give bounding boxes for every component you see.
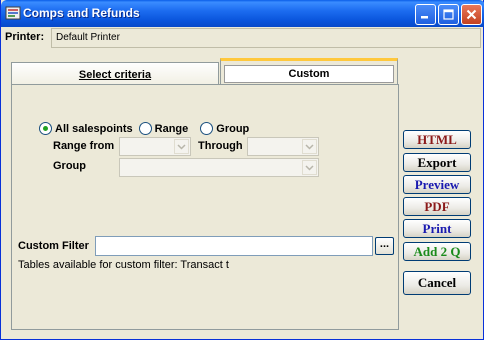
- window-title: Comps and Refunds: [23, 6, 140, 20]
- radio-empty-icon: [200, 122, 214, 135]
- title-bar[interactable]: Comps and Refunds: [1, 0, 484, 27]
- html-button[interactable]: HTML: [403, 130, 471, 149]
- cancel-button[interactable]: Cancel: [403, 271, 471, 295]
- close-button[interactable]: [461, 4, 482, 25]
- maximize-icon: [443, 9, 454, 20]
- close-icon: [466, 9, 477, 20]
- custom-filter-label: Custom Filter: [18, 240, 89, 252]
- radio-selected-icon: [39, 122, 52, 135]
- comps-and-refunds-window: Comps and Refunds Printer: Default Print…: [0, 0, 484, 340]
- maximize-button[interactable]: [438, 4, 459, 25]
- radio-empty-icon: [138, 122, 152, 135]
- printer-label: Printer:: [5, 31, 45, 43]
- preview-button[interactable]: Preview: [403, 175, 471, 194]
- tab-panel: [11, 84, 399, 330]
- tab-select-criteria[interactable]: Select criteria: [11, 62, 219, 86]
- group-label: Group: [53, 160, 86, 172]
- salespoint-radio-group: All salespoints Range Group: [39, 122, 255, 135]
- custom-filter-hint: Tables available for custom filter: Tran…: [18, 259, 229, 271]
- radio-range-label: Range: [154, 122, 189, 135]
- range-from-select[interactable]: [119, 137, 191, 156]
- radio-all-salespoints[interactable]: All salespoints: [39, 122, 133, 135]
- custom-filter-input[interactable]: [95, 236, 373, 256]
- radio-all-salespoints-label: All salespoints: [55, 122, 133, 135]
- tab-select-criteria-label: Select criteria: [78, 69, 152, 81]
- custom-filter-browse-button[interactable]: ...: [375, 237, 394, 255]
- report-icon: [5, 5, 21, 21]
- export-button[interactable]: Export: [403, 153, 471, 172]
- radio-group-label: Group: [216, 122, 250, 135]
- print-button[interactable]: Print: [403, 219, 471, 238]
- chevron-down-icon: [302, 139, 317, 154]
- add-to-queue-button[interactable]: Add 2 Q: [403, 242, 471, 261]
- through-label: Through: [198, 140, 243, 152]
- printer-row: Printer: Default Printer: [5, 28, 481, 48]
- radio-group[interactable]: Group: [200, 122, 249, 135]
- pdf-button[interactable]: PDF: [403, 197, 471, 216]
- minimize-icon: [421, 16, 428, 19]
- tab-custom[interactable]: Custom: [220, 58, 398, 84]
- chevron-down-icon: [302, 160, 317, 175]
- through-select[interactable]: [247, 137, 319, 156]
- group-select[interactable]: [119, 158, 319, 177]
- radio-range[interactable]: Range: [138, 122, 189, 135]
- minimize-button[interactable]: [415, 4, 436, 25]
- printer-field[interactable]: Default Printer: [51, 28, 481, 48]
- range-from-label: Range from: [53, 140, 115, 152]
- tab-custom-label: Custom: [224, 65, 394, 83]
- chevron-down-icon: [174, 139, 189, 154]
